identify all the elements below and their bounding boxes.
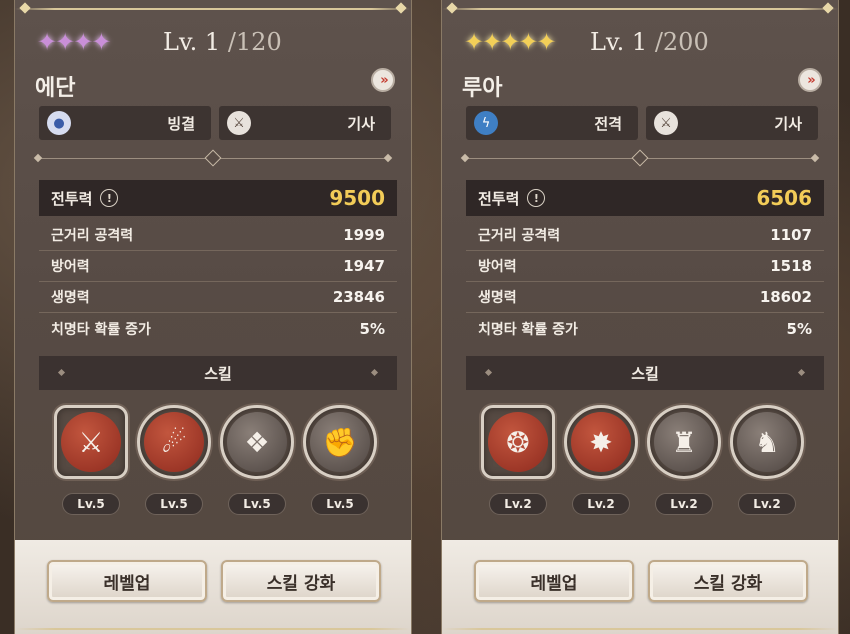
divider bbox=[460, 149, 820, 167]
skill-level-badge: Lv.2 bbox=[489, 493, 547, 515]
stat-row: 방어력 1518 bbox=[466, 251, 824, 282]
arrow-icon: » bbox=[380, 72, 389, 88]
stat-row: 근거리 공격력 1107 bbox=[466, 220, 824, 251]
combat-power-row: 전투력 ! 9500 bbox=[39, 180, 397, 216]
stat-label: 방어력 bbox=[51, 259, 90, 275]
stat-value: 1947 bbox=[343, 257, 385, 275]
skill-slot-2[interactable]: ✸ bbox=[563, 404, 639, 480]
skill-level-badge: Lv.2 bbox=[738, 493, 796, 515]
class-tag: ⚔ 기사 bbox=[219, 106, 391, 140]
info-icon[interactable]: ! bbox=[527, 189, 546, 207]
element-label: 전격 bbox=[594, 114, 622, 133]
skills-title: 스킬 bbox=[631, 364, 659, 383]
stat-row: 치명타 확률 증가 5% bbox=[39, 313, 397, 344]
skill-slot-4[interactable]: ♞ bbox=[729, 404, 805, 480]
stat-value: 1999 bbox=[343, 226, 385, 244]
skill-slot-2[interactable]: ☄ bbox=[136, 404, 212, 480]
element-label: 빙결 bbox=[167, 114, 195, 133]
skill-slot-3[interactable]: ♜ bbox=[646, 404, 722, 480]
skills-header: 스킬 bbox=[39, 356, 397, 390]
top-ornament bbox=[442, 8, 838, 10]
skill-level-badge: Lv.5 bbox=[62, 493, 120, 515]
class-tag: ⚔ 기사 bbox=[646, 106, 818, 140]
stat-label: 근거리 공격력 bbox=[478, 228, 561, 244]
combat-power-value: 9500 bbox=[329, 186, 385, 210]
fist-skill-icon: ✊ bbox=[310, 412, 370, 472]
stat-row: 근거리 공격력 1999 bbox=[39, 220, 397, 251]
skill-slot-4[interactable]: ✊ bbox=[302, 404, 378, 480]
detail-arrow-button[interactable]: » bbox=[798, 68, 822, 92]
stat-value: 5% bbox=[786, 319, 812, 338]
element-tag: ● 빙결 bbox=[39, 106, 211, 140]
combat-power-value: 6506 bbox=[756, 186, 812, 210]
stat-label: 근거리 공격력 bbox=[51, 228, 134, 244]
knight-class-icon: ⚔ bbox=[227, 111, 251, 135]
detail-arrow-button[interactable]: » bbox=[371, 68, 395, 92]
character-name: 루아 bbox=[462, 76, 503, 101]
top-ornament bbox=[15, 8, 411, 10]
crossed-swords-skill-icon: ⚔ bbox=[61, 412, 121, 472]
character-card-edan: ✦ ✦ ✦ ✦ Lv. 1 /120 에단 » ● 빙결 ⚔ 기사 전투력 ! … bbox=[14, 0, 412, 634]
shield-grid-skill-icon: ❖ bbox=[227, 412, 287, 472]
level-max: /200 bbox=[654, 28, 709, 56]
lightning-warrior-skill-icon: ♞ bbox=[737, 412, 797, 472]
water-element-icon: ● bbox=[47, 111, 71, 135]
stat-row: 생명력 23846 bbox=[39, 282, 397, 313]
skills-header: 스킬 bbox=[466, 356, 824, 390]
info-icon[interactable]: ! bbox=[100, 189, 119, 207]
element-tag: ϟ 전격 bbox=[466, 106, 638, 140]
combat-power-row: 전투력 ! 6506 bbox=[466, 180, 824, 216]
stat-value: 18602 bbox=[759, 288, 812, 306]
stat-value: 23846 bbox=[332, 288, 385, 306]
stat-label: 치명타 확률 증가 bbox=[478, 321, 578, 338]
level-up-button[interactable]: 레벨업 bbox=[47, 560, 207, 602]
guardian-skill-icon: ♜ bbox=[654, 412, 714, 472]
skill-upgrade-button[interactable]: 스킬 강화 bbox=[221, 560, 381, 602]
stat-label: 치명타 확률 증가 bbox=[51, 321, 151, 338]
stat-label: 생명력 bbox=[51, 290, 90, 306]
combat-power-label: 전투력 bbox=[51, 189, 93, 208]
skill-level-badge: Lv.5 bbox=[311, 493, 369, 515]
level-display: Lv. 1 /120 bbox=[163, 28, 282, 56]
divider bbox=[33, 149, 393, 167]
class-label: 기사 bbox=[347, 114, 375, 133]
arrow-icon: » bbox=[807, 72, 816, 88]
skill-level-badge: Lv.2 bbox=[655, 493, 713, 515]
level-display: Lv. 1 /200 bbox=[590, 28, 709, 56]
star-icon: ✦ bbox=[536, 28, 557, 56]
stat-value: 1107 bbox=[770, 226, 812, 244]
character-name: 에단 bbox=[35, 76, 76, 101]
skill-level-badge: Lv.2 bbox=[572, 493, 630, 515]
level-label: Lv. 1 bbox=[163, 28, 221, 56]
skill-level-badge: Lv.5 bbox=[228, 493, 286, 515]
stat-row: 치명타 확률 증가 5% bbox=[466, 313, 824, 344]
skills-title: 스킬 bbox=[204, 364, 232, 383]
knight-class-icon: ⚔ bbox=[654, 111, 678, 135]
rose-emblem-skill-icon: ❂ bbox=[488, 412, 548, 472]
skill-slot-1[interactable]: ⚔ bbox=[53, 404, 129, 480]
skill-level-badge: Lv.5 bbox=[145, 493, 203, 515]
stat-row: 방어력 1947 bbox=[39, 251, 397, 282]
class-label: 기사 bbox=[774, 114, 802, 133]
stat-value: 1518 bbox=[770, 257, 812, 275]
stat-value: 5% bbox=[359, 319, 385, 338]
level-max: /120 bbox=[227, 28, 282, 56]
star-rating: ✦ ✦ ✦ ✦ bbox=[37, 28, 112, 56]
electric-element-icon: ϟ bbox=[474, 111, 498, 135]
level-up-button[interactable]: 레벨업 bbox=[474, 560, 634, 602]
slash-skill-icon: ☄ bbox=[144, 412, 204, 472]
skill-upgrade-button[interactable]: 스킬 강화 bbox=[648, 560, 808, 602]
burst-skill-icon: ✸ bbox=[571, 412, 631, 472]
combat-power-label: 전투력 bbox=[478, 189, 520, 208]
stat-label: 생명력 bbox=[478, 290, 517, 306]
star-icon: ✦ bbox=[91, 28, 112, 56]
character-card-rua: ✦ ✦ ✦ ✦ ✦ Lv. 1 /200 루아 » ϟ 전격 ⚔ 기사 전투력 … bbox=[441, 0, 839, 634]
level-label: Lv. 1 bbox=[590, 28, 648, 56]
stat-row: 생명력 18602 bbox=[466, 282, 824, 313]
skill-slot-1[interactable]: ❂ bbox=[480, 404, 556, 480]
stat-label: 방어력 bbox=[478, 259, 517, 275]
skill-slot-3[interactable]: ❖ bbox=[219, 404, 295, 480]
star-rating: ✦ ✦ ✦ ✦ ✦ bbox=[464, 28, 557, 56]
